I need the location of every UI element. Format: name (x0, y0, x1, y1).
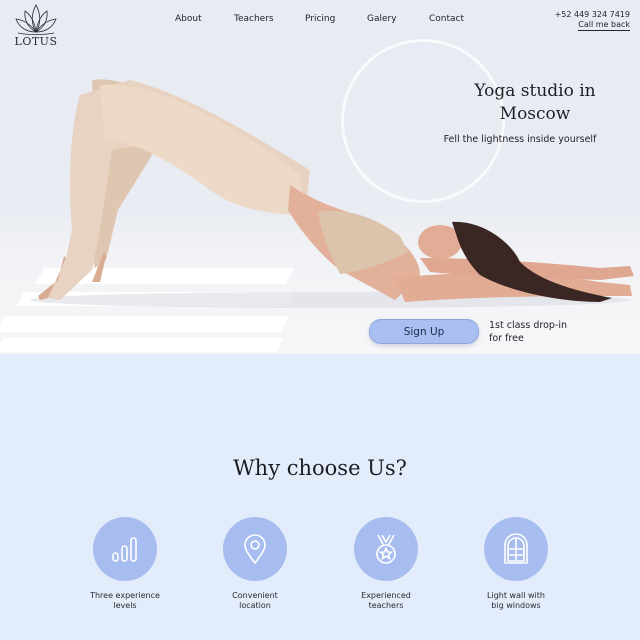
feature-icon-circle (354, 517, 418, 581)
feature-icon-circle (93, 517, 157, 581)
brand-name: LOTUS (14, 35, 58, 48)
feature-experience-levels: Three experience levels (75, 517, 175, 611)
feature-label-line2: levels (113, 601, 137, 610)
feature-label: Light wall with big windows (466, 591, 566, 611)
feature-label: Convenient location (205, 591, 305, 611)
feature-icon-circle (223, 517, 287, 581)
feature-convenient-location: Convenient location (205, 517, 305, 611)
yoga-pose-photo (30, 79, 634, 308)
offer-line2: for free (489, 333, 524, 344)
offer-line1: 1st class drop-in (489, 320, 567, 331)
feature-label: Three experience levels (75, 591, 175, 611)
feature-label-line2: teachers (368, 601, 404, 610)
hero-subtitle: Fell the lightness inside yourself (443, 134, 597, 145)
feature-label-line1: Experienced (361, 591, 411, 600)
medal-icon (376, 534, 396, 564)
contact-block: +52 449 324 7419 Call me back (555, 10, 630, 31)
feature-icon-circle (484, 517, 548, 581)
location-pin-icon (244, 534, 266, 565)
hero-title: Yoga studio in Moscow (440, 80, 630, 126)
call-me-back-link[interactable]: Call me back (578, 20, 630, 31)
nav-contact[interactable]: Contact (429, 14, 464, 24)
feature-label-line2: location (239, 601, 271, 610)
nav-teachers[interactable]: Teachers (234, 14, 274, 24)
window-icon (504, 533, 528, 564)
nav-galery[interactable]: Galery (367, 14, 397, 24)
feature-label-line1: Convenient (232, 591, 278, 600)
feature-label-line1: Light wall with (487, 591, 545, 600)
main-nav: About Teachers Pricing Galery Contact (0, 14, 640, 28)
feature-experienced-teachers: Experienced teachers (336, 517, 436, 611)
phone-number[interactable]: +52 449 324 7419 (555, 10, 630, 19)
feature-label: Experienced teachers (336, 591, 436, 611)
bar-chart-icon (112, 537, 137, 562)
feature-label-line2: big windows (491, 601, 541, 610)
nav-about[interactable]: About (175, 14, 202, 24)
free-drop-in-offer: 1st class drop-in for free (489, 319, 599, 345)
feature-light-wall: Light wall with big windows (466, 517, 566, 611)
nav-pricing[interactable]: Pricing (305, 14, 335, 24)
sign-up-button[interactable]: Sign Up (369, 319, 479, 344)
hero-title-line2: Moscow (499, 104, 571, 124)
why-choose-us-heading: Why choose Us? (233, 456, 407, 480)
hero-title-line1: Yoga studio in (474, 81, 596, 101)
feature-label-line1: Three experience (90, 591, 160, 600)
hero-section: LOTUS About Teachers Pricing Galery Cont… (0, 0, 640, 354)
